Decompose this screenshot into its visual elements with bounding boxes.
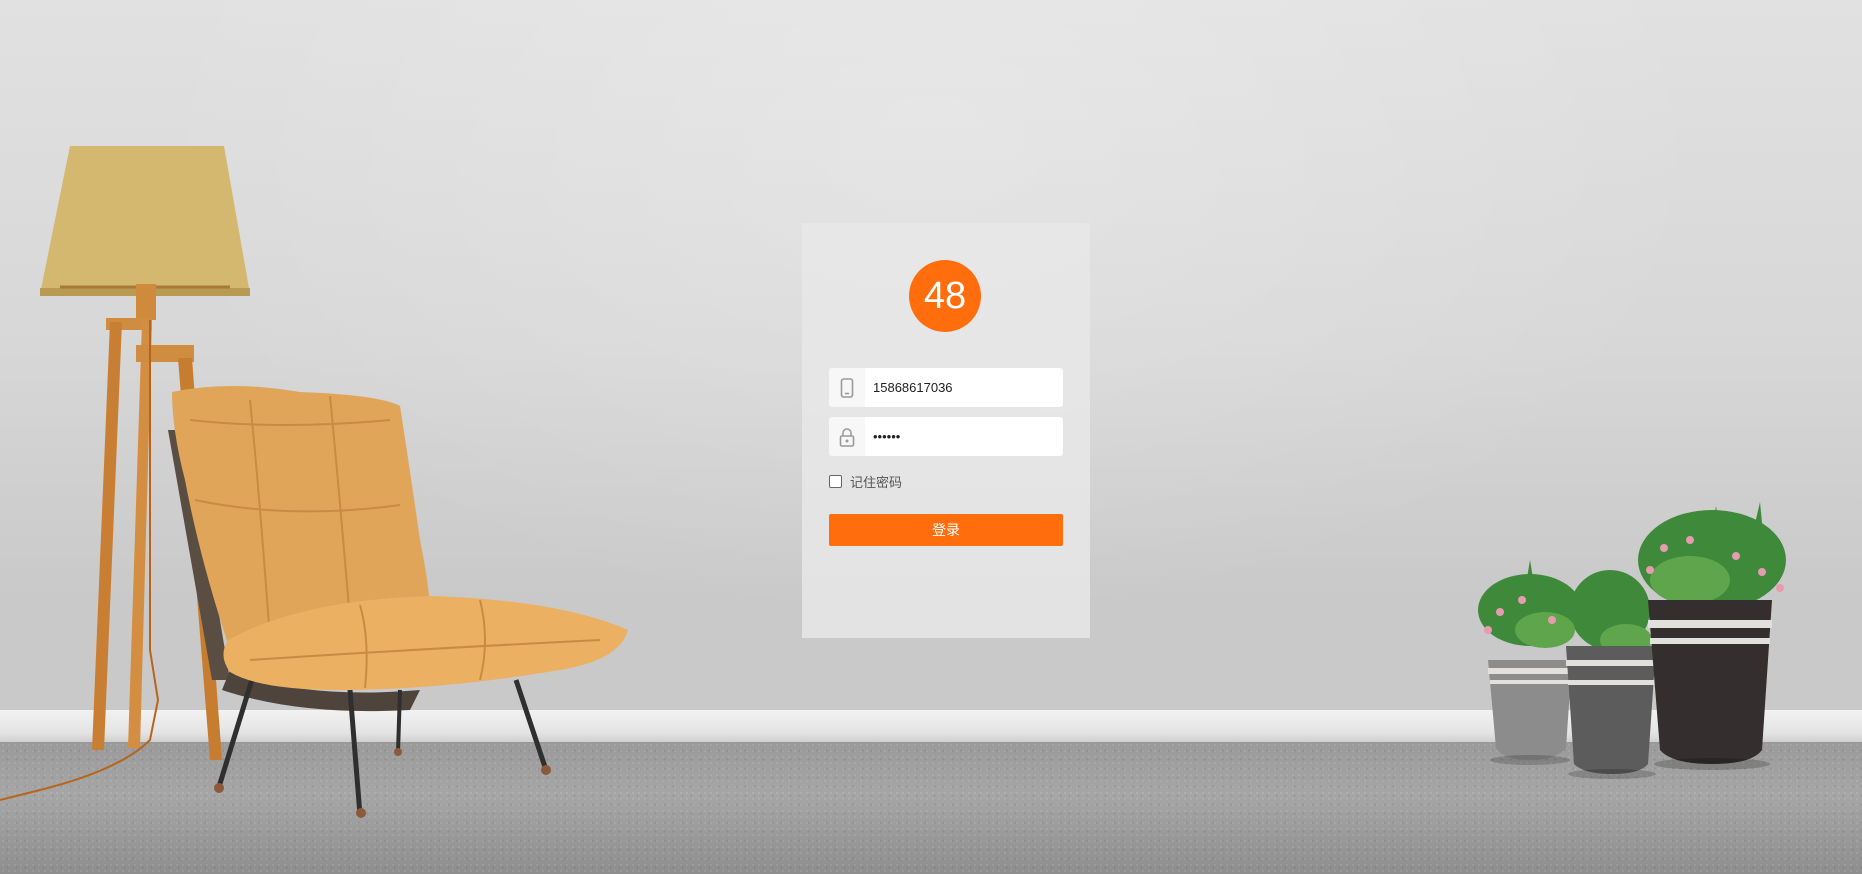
logo: 48 xyxy=(909,260,981,332)
remember-password-checkbox[interactable] xyxy=(829,475,842,488)
login-panel: 48 记住密码 登录 xyxy=(802,223,1090,638)
login-button[interactable]: 登录 xyxy=(829,514,1063,546)
remember-password-label: 记住密码 xyxy=(850,476,903,491)
phone-icon xyxy=(829,368,865,407)
potted-plants-illustration xyxy=(1478,502,1786,779)
phone-field[interactable] xyxy=(829,368,1063,407)
lock-icon xyxy=(829,417,865,456)
password-field[interactable] xyxy=(829,417,1063,456)
remember-password[interactable]: 记住密码 xyxy=(829,472,902,491)
lounge-chair-illustration xyxy=(168,386,629,818)
password-input[interactable] xyxy=(865,418,1063,455)
login-page: 48 记住密码 登录 xyxy=(0,0,1862,874)
phone-input[interactable] xyxy=(865,369,1063,406)
